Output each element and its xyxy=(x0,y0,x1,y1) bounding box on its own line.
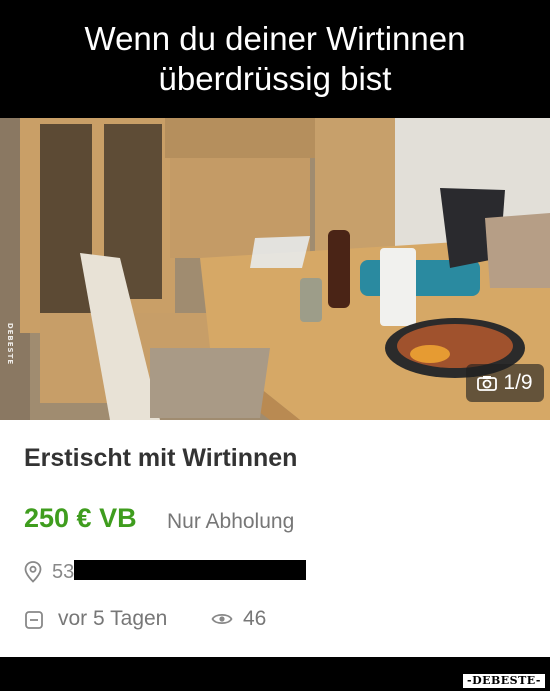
redaction-bar xyxy=(74,560,306,580)
listing-price: 250 € VB xyxy=(24,503,137,533)
location-pin-icon xyxy=(24,561,42,583)
listing-views: 46 xyxy=(243,607,267,630)
side-watermark-text: DEBESTE xyxy=(6,322,14,366)
listing-shipping: Nur Abholung xyxy=(167,510,295,533)
side-watermark: DEBESTE xyxy=(4,318,16,370)
listing-date: vor 5 Tagen xyxy=(58,607,168,630)
meme-caption: Wenn du deiner Wirtinnen überdrüssig bis… xyxy=(0,0,550,118)
camera-icon xyxy=(477,376,498,391)
listing-title[interactable]: Erstischt mit Wirtinnen xyxy=(24,444,297,473)
photo-counter-text: 1/9 xyxy=(503,371,533,394)
photo-counter[interactable]: 1/9 xyxy=(466,364,544,402)
listing-location: 53 xyxy=(52,561,75,583)
eye-icon xyxy=(211,613,233,625)
watermark-badge: -DEBESTE- xyxy=(462,673,546,689)
caption-line-1: Wenn du deiner Wirtinnen xyxy=(84,20,466,57)
caption-line-2: überdrüssig bist xyxy=(158,60,392,97)
calendar-icon xyxy=(25,611,43,629)
